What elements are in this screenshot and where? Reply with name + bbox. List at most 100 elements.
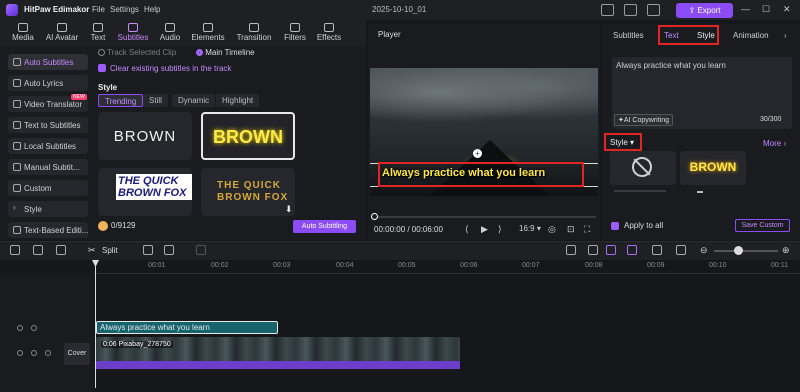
zoom-slider-handle[interactable]: [734, 246, 743, 255]
radio-button[interactable]: [98, 49, 105, 57]
fullscreen-icon[interactable]: ⛶: [584, 224, 590, 235]
scrubber-handle[interactable]: [371, 213, 378, 220]
monitor-icon[interactable]: [624, 4, 637, 16]
tab-filters[interactable]: Filters: [280, 20, 310, 46]
menu-file[interactable]: File: [92, 5, 105, 14]
style-card-brown-plain[interactable]: BROWN: [98, 112, 192, 160]
prev-frame-icon[interactable]: ⟨: [465, 224, 469, 235]
undo-icon[interactable]: [10, 245, 20, 255]
subtitle-overlay-text[interactable]: Always practice what you learn: [382, 167, 545, 179]
magnet-icon[interactable]: [627, 245, 637, 255]
tab-media[interactable]: Media: [7, 20, 39, 46]
style-card-brown-glow[interactable]: BROWN: [201, 112, 295, 160]
zoom-in-icon[interactable]: ⊕: [782, 245, 790, 256]
sidebar-item-auto-lyrics[interactable]: Auto Lyrics: [8, 75, 88, 91]
menu-settings[interactable]: Settings: [110, 5, 139, 14]
minimize-icon[interactable]: —: [741, 4, 750, 14]
sidebar-item-video-translator[interactable]: Video Translator NEW: [8, 94, 88, 112]
eye-icon[interactable]: [31, 325, 37, 331]
filters-icon: [290, 23, 300, 32]
audio-clip[interactable]: [96, 361, 460, 369]
image-icon[interactable]: [647, 4, 660, 16]
close-icon[interactable]: ✕: [783, 4, 791, 15]
clear-existing-checkbox[interactable]: [98, 64, 106, 72]
tab-style-props[interactable]: Style: [697, 31, 715, 40]
tab-elements[interactable]: Elements: [188, 20, 228, 46]
style-tab-dynamic[interactable]: Dynamic: [172, 94, 216, 107]
audio-icon[interactable]: [45, 350, 51, 356]
tab-text-props[interactable]: Text: [664, 31, 679, 40]
move-handle-icon[interactable]: +: [473, 149, 482, 158]
shield-icon[interactable]: [143, 245, 153, 255]
sidebar-item-text-to-subtitles[interactable]: Text to Subtitles: [8, 117, 88, 133]
sidebar-item-manual-subtitles[interactable]: Manual Subtit...: [8, 159, 88, 175]
tab-subtitles[interactable]: Subtitles: [113, 20, 153, 46]
download-icon[interactable]: ⬇: [285, 204, 293, 215]
split-view-icon[interactable]: [652, 245, 662, 255]
timeline-ruler[interactable]: [94, 260, 800, 274]
sidebar-item-text-based-editing[interactable]: Text-Based Editi...: [8, 222, 88, 238]
radio-button-selected[interactable]: [196, 49, 203, 57]
auto-subtitling-button[interactable]: Auto Subtitling: [293, 220, 356, 233]
link-icon[interactable]: [606, 245, 616, 255]
tab-animation-props[interactable]: Animation: [733, 31, 769, 40]
ai-copywriting-button[interactable]: ✦AI Copywriting: [614, 114, 674, 126]
main-timeline-option[interactable]: Main Timeline: [196, 48, 255, 57]
track-lock-icon[interactable]: [17, 325, 23, 331]
track-selected-clip-option[interactable]: Track Selected Clip: [98, 48, 176, 57]
play-icon[interactable]: ▶: [481, 224, 488, 235]
ruler-tick: 00:03: [273, 262, 291, 269]
stamp-icon[interactable]: [588, 245, 598, 255]
style-dropdown[interactable]: Style ▾: [610, 138, 634, 147]
style-tab-still[interactable]: Still: [143, 94, 168, 107]
sidebar-item-auto-subtitles[interactable]: Auto Subtitles: [8, 54, 88, 70]
style-tab-trending[interactable]: Trending: [98, 94, 144, 107]
sidebar-item-custom[interactable]: Custom: [8, 180, 88, 196]
tab-audio[interactable]: Audio: [156, 20, 184, 46]
subtitle-text-value[interactable]: Always practice what you learn: [616, 61, 726, 70]
chevron-down-icon: ▾: [630, 138, 635, 147]
tab-ai-avatar[interactable]: AI Avatar: [42, 20, 82, 46]
zoom-slider[interactable]: [714, 250, 778, 252]
track-lock-icon[interactable]: [17, 350, 23, 356]
export-button[interactable]: ⇪ Export: [676, 3, 733, 18]
chevron-right-icon[interactable]: ›: [784, 31, 787, 40]
aspect-ratio-dropdown[interactable]: 16:9 ▾: [519, 224, 541, 233]
crop-icon[interactable]: ⊡: [567, 224, 575, 235]
sidebar-item-style[interactable]: › Style: [8, 201, 88, 217]
new-badge: NEW: [71, 94, 87, 100]
player-scrubber[interactable]: [374, 216, 596, 218]
eye-icon[interactable]: [31, 350, 37, 356]
snapshot-icon[interactable]: ◎: [548, 224, 556, 235]
playhead[interactable]: [95, 262, 96, 388]
text-template-icon[interactable]: [164, 245, 174, 255]
tab-transition[interactable]: Transition: [233, 20, 275, 46]
more-link[interactable]: More ›: [763, 139, 786, 148]
scissors-icon[interactable]: ✂: [88, 245, 96, 256]
save-custom-button[interactable]: Save Custom: [735, 219, 790, 232]
layout-icon[interactable]: [601, 4, 614, 16]
ruler-tick: 00:05: [398, 262, 416, 269]
next-frame-icon[interactable]: ⟩: [498, 224, 502, 235]
tab-effects[interactable]: Effects: [314, 20, 344, 46]
microphone-icon[interactable]: [566, 245, 576, 255]
ruler-tick: 00:02: [211, 262, 229, 269]
delete-icon[interactable]: [56, 245, 66, 255]
redo-icon[interactable]: [33, 245, 43, 255]
maximize-icon[interactable]: ☐: [762, 4, 770, 15]
zoom-out-icon[interactable]: ⊖: [700, 245, 708, 256]
apply-to-all-checkbox[interactable]: [611, 222, 619, 230]
preset-divider-mark: [697, 191, 703, 193]
style-card-quick-brown-fox[interactable]: THE QUICK BROWN FOX: [98, 168, 192, 216]
split-button[interactable]: Split: [102, 246, 118, 255]
style-tab-highlight[interactable]: Highlight: [216, 94, 260, 107]
menu-help[interactable]: Help: [144, 5, 160, 14]
coin-icon: [98, 221, 108, 231]
tab-text[interactable]: Text: [86, 20, 110, 46]
style-card-quick-brown-fox-gold[interactable]: THE QUICK BROWN FOX ⬇: [201, 168, 295, 216]
cover-button[interactable]: Cover: [64, 343, 90, 365]
sidebar-item-local-subtitles[interactable]: Local Subtitles: [8, 138, 88, 154]
tab-subtitles-props[interactable]: Subtitles: [613, 31, 644, 40]
track-headers: [0, 274, 94, 392]
fit-icon[interactable]: [676, 245, 686, 255]
